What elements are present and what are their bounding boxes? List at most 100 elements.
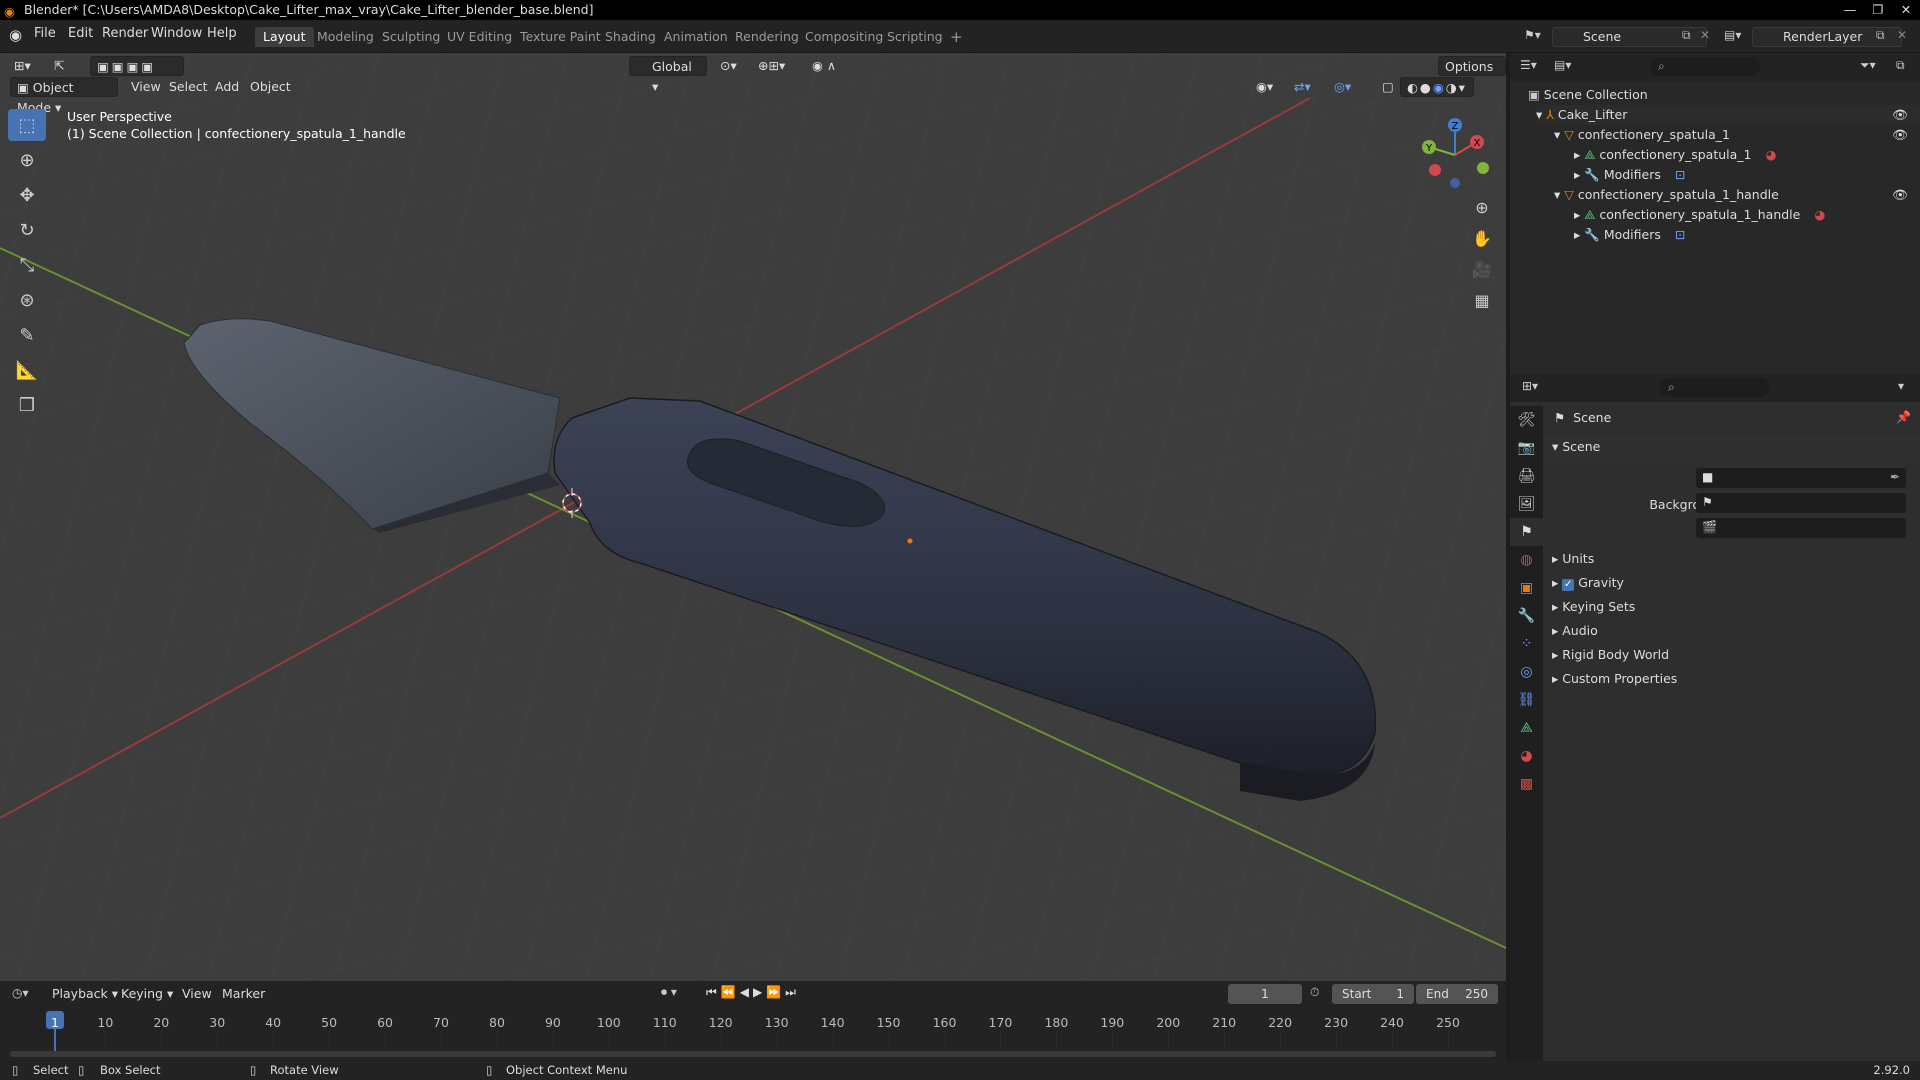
object-mode-dropdown[interactable]: ▣ Object Mode ▾ (10, 77, 118, 115)
rotate-tool-icon[interactable]: ↻ (8, 214, 46, 246)
render-tab-icon[interactable]: 📷 (1510, 434, 1543, 462)
navigation-gizmo[interactable]: Z X Y (1415, 115, 1495, 195)
outliner-item-spatula-mesh[interactable]: ▸ ⟁ confectionery_spatula_1 ◕ (1574, 145, 1776, 165)
transform-tool-icon[interactable]: ⊛ (8, 284, 46, 316)
select-box-tool-icon[interactable]: ⬚ (8, 109, 46, 141)
tab-rendering[interactable]: Rendering (727, 27, 807, 47)
visibility-eye-icon[interactable]: 👁 (1892, 125, 1908, 145)
outliner-search-input[interactable]: ⌕ (1650, 57, 1760, 76)
gravity-checkbox[interactable]: ✓ (1562, 579, 1575, 591)
texture-tab-icon[interactable]: ▩ (1510, 770, 1543, 798)
shading-mode-buttons[interactable]: ◐●◉◑▾ (1400, 77, 1474, 97)
keying-sets-section[interactable]: ▸ Keying Sets (1544, 597, 1920, 617)
tab-uv-editing[interactable]: UV Editing (439, 27, 520, 47)
outliner-item-handle-modifiers[interactable]: ▸ 🔧 Modifiers ⊡ (1574, 225, 1685, 245)
delete-scene-icon[interactable]: ✕ (1700, 28, 1710, 42)
view-layer-icon[interactable]: ▤▾ (1724, 28, 1741, 42)
tab-sculpting[interactable]: Sculpting (374, 27, 448, 47)
maximize-button[interactable]: ❐ (1864, 0, 1892, 20)
visibility-eye-icon[interactable]: 👁 (1892, 105, 1908, 125)
new-view-layer-icon[interactable]: ⧉ (1876, 28, 1885, 43)
minimize-button[interactable]: — (1836, 0, 1864, 20)
3d-viewport[interactable]: ⊞▾ ⇱ ▣▣▣▣ Global ▾ ⊙▾ ⊕⊞▾ ◉ ∧ Options ▾ … (0, 53, 1506, 981)
outliner-editor-icon[interactable]: ☰▾ (1520, 58, 1537, 72)
properties-editor-icon[interactable]: ⊞▾ (1522, 379, 1538, 393)
proportional-editing-icon[interactable]: ◉ ∧ (806, 56, 842, 76)
editor-type-icon[interactable]: ⊞▾ (8, 56, 37, 76)
cursor-tool-icon[interactable]: ⊕ (8, 144, 46, 176)
display-mode-icon[interactable]: ▤▾ (1554, 58, 1571, 72)
outliner-scene-collection[interactable]: ▣ Scene Collection (1528, 85, 1648, 105)
menu-help[interactable]: Help (207, 26, 237, 41)
tab-animation[interactable]: Animation (656, 27, 736, 47)
menu-window[interactable]: Window (151, 26, 202, 41)
pivot-point-icon[interactable]: ⊙▾ (714, 56, 743, 76)
units-section[interactable]: ▸ Units (1544, 549, 1920, 569)
filter-icon[interactable]: ⏷▾ (1860, 58, 1876, 73)
xray-icon[interactable]: ▢ (1376, 77, 1400, 97)
constraints-tab-icon[interactable]: ⛓ (1510, 686, 1543, 714)
blender-menu-icon[interactable]: ◉ (9, 26, 22, 44)
tab-compositing[interactable]: Compositing (797, 27, 891, 47)
rigid-body-world-section[interactable]: ▸ Rigid Body World (1544, 645, 1920, 665)
gravity-section[interactable]: ▸ ✓ Gravity (1544, 573, 1920, 593)
visibility-eye-icon[interactable]: 👁 (1892, 185, 1908, 205)
background-scene-field[interactable]: ⚑ (1696, 493, 1906, 513)
audio-section[interactable]: ▸ Audio (1544, 621, 1920, 641)
tab-texture-paint[interactable]: Texture Paint (512, 27, 609, 47)
camera-view-icon[interactable]: 🎥 (1468, 255, 1496, 283)
view-layer-tab-icon[interactable]: 🖼 (1510, 490, 1543, 518)
scene-panel-header[interactable]: ▾ Scene (1544, 436, 1920, 458)
particles-tab-icon[interactable]: ⁘ (1510, 630, 1543, 658)
camera-field[interactable]: ■ ✒ (1696, 468, 1906, 488)
properties-options-icon[interactable]: ▾ (1898, 379, 1904, 393)
new-collection-icon[interactable]: ⧉ (1896, 58, 1905, 73)
data-tab-icon[interactable]: ⟁ (1510, 714, 1543, 742)
active-clip-field[interactable]: 🎬 (1696, 518, 1906, 538)
custom-properties-section[interactable]: ▸ Custom Properties (1544, 669, 1920, 689)
outliner-item-handle-mesh[interactable]: ▸ ⟁ confectionery_spatula_1_handle ◕ (1574, 205, 1825, 225)
select-menu[interactable]: Select (163, 77, 214, 97)
add-workspace-button[interactable]: + (942, 27, 971, 47)
outliner-item-spatula[interactable]: ▾ ▽ confectionery_spatula_1 👁 (1554, 125, 1920, 145)
object-tab-icon[interactable]: ▣ (1510, 574, 1543, 602)
close-button[interactable]: ✕ (1892, 0, 1920, 20)
timeline-frame-ruler[interactable]: 1 10 20 30 40 50 60 70 80 90 100 110 120 130 140 150 160… (0, 981, 1506, 1061)
tab-layout[interactable]: Layout (255, 27, 314, 47)
outliner-item-cake-lifter[interactable]: ▾ ⅄ Cake_Lifter 👁 (1536, 105, 1920, 125)
new-scene-icon[interactable]: ⧉ (1682, 28, 1691, 43)
eyedropper-icon[interactable]: ✒ (1890, 470, 1900, 484)
modifier-tab-icon[interactable]: 🔧 (1510, 602, 1543, 630)
tab-shading[interactable]: Shading (597, 27, 664, 47)
overlays-icon[interactable]: ◎▾ (1328, 77, 1357, 97)
snap-icon[interactable]: ⊕⊞▾ (752, 56, 791, 76)
scale-tool-icon[interactable]: ⤡ (8, 249, 46, 281)
tool-tab-icon[interactable]: 🛠 (1510, 406, 1543, 434)
perspective-toggle-icon[interactable]: ▦ (1468, 286, 1496, 314)
view-menu[interactable]: View (125, 77, 167, 97)
object-menu[interactable]: Object (244, 77, 297, 97)
timeline-scrollbar[interactable] (10, 1051, 1496, 1057)
properties-search-input[interactable]: ⌕ (1660, 378, 1770, 397)
transform-orientation-dropdown[interactable]: Global ▾ (629, 56, 707, 94)
tab-modeling[interactable]: Modeling (309, 27, 382, 47)
pin-icon[interactable]: 📌 (1896, 410, 1911, 424)
menu-edit[interactable]: Edit (68, 26, 93, 41)
selection-mode-buttons[interactable]: ▣▣▣▣ (90, 56, 184, 76)
physics-tab-icon[interactable]: ◎ (1510, 658, 1543, 686)
scene-selector-icon[interactable]: ⚑▾ (1524, 28, 1541, 42)
tab-scripting[interactable]: Scripting (879, 27, 951, 47)
scene-tab-icon[interactable]: ⚑ (1510, 518, 1543, 546)
zoom-icon[interactable]: ⊕ (1468, 193, 1496, 221)
menu-render[interactable]: Render (102, 26, 148, 41)
annotate-tool-icon[interactable]: ✎ (8, 319, 46, 351)
outliner-item-handle[interactable]: ▾ ▽ confectionery_spatula_1_handle 👁 (1554, 185, 1920, 205)
measure-tool-icon[interactable]: 📐 (8, 354, 46, 386)
gizmo-toggle-icon[interactable]: ⇄▾ (1288, 77, 1317, 97)
add-menu[interactable]: Add (209, 77, 245, 97)
output-tab-icon[interactable]: 🖨 (1510, 462, 1543, 490)
delete-view-layer-icon[interactable]: ✕ (1897, 28, 1907, 42)
material-tab-icon[interactable]: ◕ (1510, 742, 1543, 770)
select-tool-icon[interactable]: ⇱ (48, 56, 71, 76)
add-cube-tool-icon[interactable]: ❒ (8, 389, 46, 421)
